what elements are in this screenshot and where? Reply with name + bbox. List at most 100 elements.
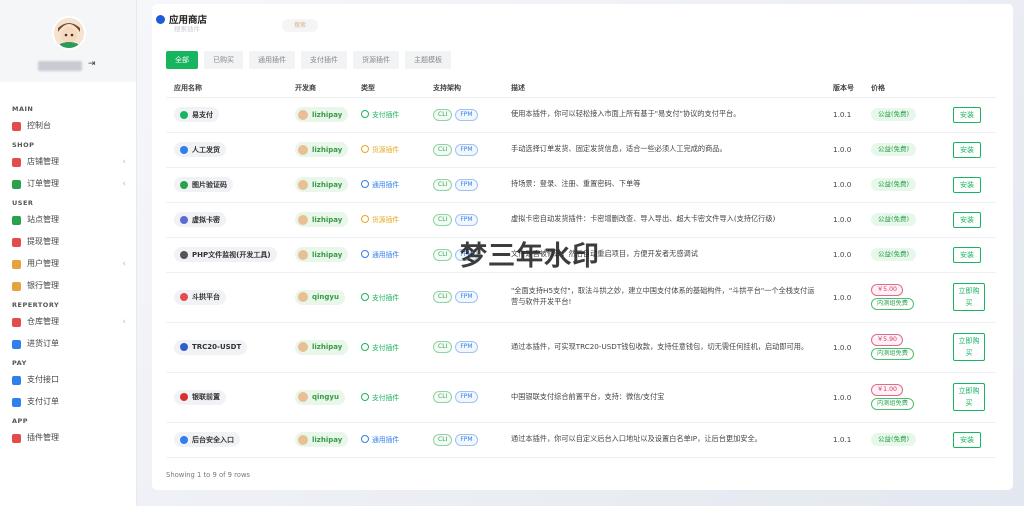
- sidebar-section-title: SHOP: [12, 141, 35, 149]
- cell-name: TRC20-USDT: [166, 322, 287, 373]
- type-icon: [361, 110, 369, 118]
- cell-developer: lizhipay: [287, 422, 353, 458]
- type-icon: [361, 180, 369, 188]
- version: 1.0.0: [825, 237, 863, 273]
- install-button[interactable]: 安装: [953, 106, 981, 123]
- install-button[interactable]: 安装: [953, 211, 981, 228]
- cell-arch: CLI FPM: [425, 372, 503, 423]
- app-name: TRC20-USDT: [192, 343, 242, 351]
- fpm-badge: FPM: [455, 341, 478, 353]
- developer-badge[interactable]: lizhipay: [295, 339, 349, 355]
- table-row: 斗拱平台 qingyu 支付插件 CLI FPM "全面支持H5支付"，取法斗拱之妙，建立…: [166, 272, 996, 323]
- sidebar-item[interactable]: 站点管理: [0, 209, 136, 231]
- app-name-pill[interactable]: 银联前置: [174, 389, 226, 405]
- app-icon: [180, 435, 188, 444]
- chevron-icon: ‹: [122, 317, 126, 327]
- type-icon: [361, 435, 369, 443]
- developer-avatar-icon: [298, 392, 308, 402]
- sidebar-item-label: 订单管理: [27, 179, 59, 188]
- version: 1.0.0: [825, 202, 863, 238]
- description: "全面支持H5支付"，取法斗拱之妙，建立中国支付体系的基础构件，"斗拱平台"一个…: [503, 272, 825, 323]
- cli-badge: CLI: [433, 213, 453, 226]
- sidebar-item[interactable]: 店铺管理 ‹: [0, 151, 136, 173]
- cell-arch: CLI FPM: [425, 97, 503, 133]
- install-button[interactable]: 安装: [953, 176, 981, 193]
- category-tab[interactable]: 全部: [166, 51, 198, 69]
- developer-badge[interactable]: qingyu: [295, 289, 345, 305]
- developer-badge[interactable]: lizhipay: [295, 432, 349, 447]
- developer-badge[interactable]: lizhipay: [295, 107, 349, 122]
- developer-badge[interactable]: lizhipay: [295, 142, 349, 157]
- developer-badge[interactable]: lizhipay: [295, 247, 349, 262]
- developer-badge[interactable]: qingyu: [295, 389, 345, 405]
- install-button[interactable]: 安装: [953, 246, 981, 263]
- app-name-pill[interactable]: 斗拱平台: [174, 289, 226, 305]
- cell-name: 人工发货: [166, 132, 287, 168]
- install-button[interactable]: 安装: [953, 141, 981, 158]
- plugin-type: 支付插件: [361, 342, 399, 352]
- developer-avatar-icon: [298, 144, 308, 155]
- app-name-pill[interactable]: 虚拟卡密: [174, 212, 226, 227]
- buy-button[interactable]: 立即购买: [953, 333, 985, 361]
- cell-name: 虚拟卡密: [166, 202, 287, 238]
- developer-avatar-icon: [298, 434, 308, 445]
- cell-name: 后台安全入口: [166, 422, 287, 458]
- app-name-pill[interactable]: PHP文件监视(开发工具): [174, 247, 277, 262]
- sidebar-item[interactable]: 订单管理 ‹: [0, 173, 136, 195]
- category-tab[interactable]: 通用插件: [249, 51, 295, 69]
- menu-icon: [12, 317, 21, 327]
- sidebar-item[interactable]: 提现管理: [0, 231, 136, 253]
- watermark-text: 梦三年水印: [460, 241, 600, 272]
- plugin-type: 支付插件: [361, 109, 399, 119]
- fpm-badge: FPM: [455, 291, 478, 303]
- cli-badge: CLI: [433, 143, 453, 156]
- app-icon: [180, 393, 188, 401]
- arch-badges: CLI FPM: [433, 391, 478, 403]
- description: 手动选择订单发货、固定发货信息，适合一些必须人工完成的商品。: [503, 132, 825, 168]
- developer-badge[interactable]: lizhipay: [295, 212, 349, 227]
- avatar[interactable]: [52, 16, 86, 50]
- cli-badge: CLI: [433, 433, 453, 446]
- type-label: 通用插件: [372, 251, 400, 259]
- price-badge: 公益(免费): [871, 248, 917, 261]
- buy-button[interactable]: 立即购买: [953, 383, 985, 411]
- cell-developer: lizhipay: [287, 132, 353, 168]
- developer-badge[interactable]: lizhipay: [295, 177, 349, 192]
- install-button[interactable]: 安装: [953, 431, 981, 448]
- category-tab[interactable]: 主题模板: [405, 51, 451, 69]
- sidebar-item[interactable]: 插件管理: [0, 427, 136, 449]
- app-name-pill[interactable]: 图片验证码: [174, 177, 233, 192]
- menu-icon: [12, 157, 21, 167]
- sidebar-item[interactable]: 进货订单: [0, 333, 136, 355]
- sidebar-item[interactable]: 支付订单: [0, 391, 136, 413]
- category-tab[interactable]: 已购买: [204, 51, 243, 69]
- buy-button[interactable]: 立即购买: [953, 283, 985, 311]
- version: 1.0.1: [825, 422, 863, 458]
- cell-price: ￥1.00 内测组免费: [863, 372, 945, 423]
- app-name-pill[interactable]: TRC20-USDT: [174, 339, 248, 355]
- category-tab[interactable]: 货源插件: [353, 51, 399, 69]
- sidebar-item[interactable]: 用户管理 ‹: [0, 253, 136, 275]
- table-row: 易支付 lizhipay 支付插件 CLI FPM 使用本插件，你可以轻松接入市面上所有基…: [166, 97, 996, 133]
- app-name-pill[interactable]: 人工发货: [174, 142, 226, 157]
- version: 1.0.0: [825, 322, 863, 373]
- type-icon: [361, 342, 369, 351]
- price-stack: ￥5.00 内测组免费: [871, 284, 945, 310]
- fpm-badge: FPM: [455, 213, 478, 226]
- category-tab[interactable]: 支付插件: [301, 51, 347, 69]
- sidebar-item[interactable]: 仓库管理 ‹: [0, 311, 136, 333]
- sidebar-item[interactable]: 支付接口: [0, 369, 136, 391]
- app-name-pill[interactable]: 后台安全入口: [174, 432, 240, 447]
- plugin-type: 货源插件: [361, 214, 399, 224]
- sidebar-item[interactable]: 银行管理: [0, 275, 136, 297]
- sidebar-item[interactable]: 控制台: [0, 115, 136, 137]
- app-name-pill[interactable]: 易支付: [174, 107, 219, 122]
- developer-avatar-icon: [298, 292, 308, 302]
- table-row: 图片验证码 lizhipay 通用插件 CLI FPM 持场景：登录、注册、重置密码、下单…: [166, 167, 996, 203]
- logout-icon[interactable]: ⇥: [88, 59, 96, 69]
- cell-developer: lizhipay: [287, 167, 353, 203]
- arch-badges: CLI FPM: [433, 213, 478, 226]
- cli-badge: CLI: [433, 391, 453, 403]
- price-badge: 公益(免费): [871, 108, 917, 121]
- cell-action: 立即购买: [945, 372, 996, 423]
